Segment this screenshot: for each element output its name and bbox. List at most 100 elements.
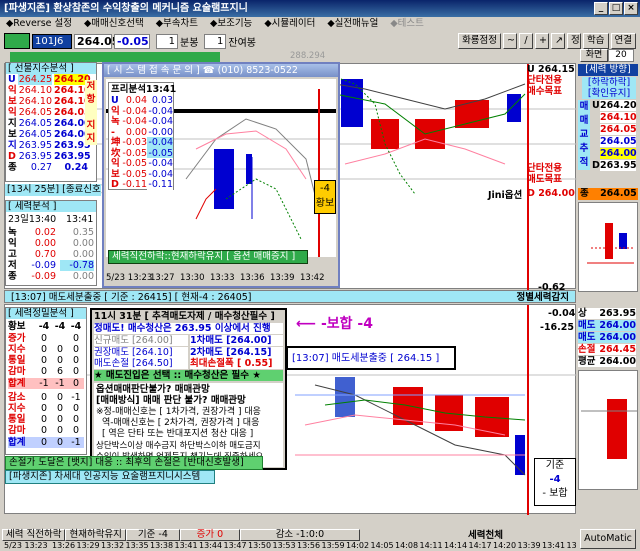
pre-row-v: -0.04 — [122, 105, 147, 117]
lower-x-tick: 13:47 — [223, 541, 247, 550]
arrow-button[interactable]: ↗ — [551, 33, 566, 49]
maximize-button[interactable]: □ — [609, 2, 623, 15]
close-price-row: 종 264.05 — [578, 188, 638, 200]
judge-row-c: -1 — [71, 392, 81, 403]
code-select[interactable]: 101J6 — [32, 33, 72, 49]
count-input[interactable]: 1 — [204, 33, 227, 49]
dialog-x-tick: 13:39 — [270, 273, 295, 283]
menu-simulator[interactable]: ◆시뮬레이터 — [258, 17, 321, 31]
pre-row-label: 익 — [111, 158, 120, 169]
hwangbo-box: -4 황보 — [314, 180, 336, 214]
pre-row-label: D — [111, 179, 119, 190]
lower-x-tick: 13:41 — [174, 541, 198, 550]
vlabel-4: 적 — [579, 157, 589, 168]
study-button[interactable]: 학습 — [583, 33, 609, 49]
force-row-b: 0.00 — [60, 271, 94, 282]
info-q3: ※정-매매신호는 [ 1차가격, 권장가격 ] 대응 — [96, 407, 261, 417]
judge-row-a: 0 — [40, 414, 48, 425]
vlabel-2: 교 — [579, 129, 589, 140]
menu-reverse[interactable]: ◆Reverse 설정 — [0, 17, 78, 31]
side-label-2: 지 — [86, 120, 96, 131]
judge-row-c: 0 — [72, 425, 80, 436]
menu-test[interactable]: ◆테스트 — [384, 17, 430, 31]
info-grid-b: 2차매도 [264.15] — [190, 346, 283, 358]
menu-aux[interactable]: ◆보조기능 — [204, 17, 258, 31]
judge-head: -4 — [54, 321, 66, 332]
pre-row-v: -0.04 — [122, 116, 147, 127]
judge-sum2-value: -1 — [71, 437, 81, 448]
title-bar[interactable]: [파생지존] 환상참존의 수익창출의 메커니즘 요술램프지니 _ □ × — [0, 0, 640, 17]
futures-row-a: 264.25 — [18, 74, 52, 85]
jeong-button[interactable]: 정 — [567, 33, 582, 49]
automatic-button[interactable]: AutoMatic — [580, 529, 636, 549]
force-judge-panel: [ 세력정밀분석 ] 황보 -4 -4 -4 증가 0 0 지수 0 0 0 통일 0 0 0 감마 0 6 0 합계… — [5, 307, 87, 455]
pre-row-v: -0.05 — [122, 147, 147, 159]
judge-row-b: 0 — [52, 425, 68, 436]
hwangbo-label: 황보 — [315, 198, 335, 209]
force-row-b: 0.00 — [60, 249, 94, 260]
d-label1: 단타전용 — [527, 163, 562, 174]
judge-sum1-value: 0 — [72, 378, 80, 389]
futures-row-a: 264.10 — [18, 85, 52, 96]
level-value: 264.00 — [600, 148, 637, 159]
menu-manual[interactable]: ◆실전매뉴얼 — [321, 17, 384, 31]
right-lower-mini-svg — [581, 399, 637, 459]
judge-sum1-value: -1 — [39, 378, 49, 389]
screen-value[interactable]: 20 — [608, 49, 634, 62]
menu-signal[interactable]: ◆매매신호선택 — [78, 17, 150, 31]
judge-row-c: 0 — [72, 414, 80, 425]
level-value: 263.95 — [600, 160, 637, 171]
info-grid-a: 신규매도 [264.00] — [94, 335, 188, 346]
u-label2: 매수목표 — [527, 86, 562, 97]
change-field: -0.05 — [114, 33, 150, 49]
lower-x-tick: 14:11 — [419, 541, 443, 550]
info-qa: 옵션매매판단불가? 매매관망 [매매방식] 매매 판단 불가? 매매관망 ※정-… — [94, 383, 283, 467]
info-header: 11시 31분 [ 추격매도자제 / 매수청산필수 ] — [94, 311, 275, 322]
futures-row-label: 종 — [8, 162, 17, 173]
menu-bar: ◆Reverse 설정 ◆매매신호선택 ◆부속차트 ◆보조기능 ◆시뮬레이터 ◆… — [0, 17, 640, 31]
info-q6: 상단박스이상 매수금지 하단박스이하 매도금지 — [96, 441, 261, 451]
tilde-button[interactable]: ~ — [503, 33, 518, 49]
force-row-a: -0.09 — [31, 271, 56, 282]
force-row-b: 0.35 — [60, 227, 94, 238]
futures-row-label: D — [8, 151, 16, 162]
force-row-b: 0.00 — [60, 238, 94, 249]
sell-signal-box: [13:07] 매도세분출중 [ 264.15 ] — [286, 346, 456, 370]
gijun-value: -4 — [549, 474, 561, 485]
futures-row-a: 264.05 — [18, 118, 52, 129]
connect-button[interactable]: 연결 — [610, 33, 636, 49]
pre-row-w: -0.11 — [147, 179, 173, 190]
futures-panel-title: [ 선물지수분석 ] — [6, 63, 96, 74]
pre-analysis-title: 프리분석13:41 — [111, 84, 177, 95]
mini-chart-svg — [587, 223, 634, 264]
hwaryong-button[interactable]: 화룡점정 — [458, 33, 502, 49]
info-note: ★ 매도진입은 선택 :: 매수청산은 필수 ★ — [94, 370, 283, 381]
futures-row-b: 264.10 — [54, 96, 91, 107]
pre-row-v: -0.05 — [122, 158, 147, 169]
close-button[interactable]: × — [624, 2, 638, 15]
dialog-status: 세력직전하락::현재하락유지 [ 옵션 매매증지 ] — [108, 250, 308, 264]
slash-button[interactable]: / — [519, 33, 534, 49]
system-dialog[interactable]: [ 시 스 템 접 속 문 의 ] ☎ (010) 8523-0522 프리분석… — [102, 62, 340, 288]
futures-row-a: 264.05 — [18, 107, 52, 118]
force-direction-sub2: [확인유지] — [582, 88, 636, 99]
dialog-x-tick: 13:42 — [300, 273, 325, 283]
force-row-label: 녹 — [8, 227, 17, 238]
futures-row-b: 0.24 — [54, 162, 88, 173]
futures-row-b: 264.20 — [54, 74, 91, 85]
rl-top2: -16.25 — [540, 322, 574, 333]
futures-panel: [ 선물지수분석 ] U 264.25 264.20 익 264.10 264.10 보 26… — [5, 62, 97, 182]
level-label: U — [592, 100, 600, 111]
plus-button[interactable]: + — [535, 33, 550, 49]
info-line1: 정매도! 매수청산은 263.95 이상에서 진행 — [94, 323, 283, 334]
dialog-x-axis: 5/23 13:23 13:27 13:30 13:33 13:36 13:39 13:42 — [106, 272, 336, 284]
minimize-button[interactable]: _ — [594, 2, 608, 15]
interval-input[interactable]: 1 — [156, 33, 178, 49]
judge-sum2-value: 0 — [56, 437, 64, 448]
futures-row-label: 지 — [8, 118, 17, 129]
menu-subchart[interactable]: ◆부속차트 — [150, 17, 204, 31]
judge-row-label: 증가 — [8, 333, 26, 344]
dialog-title[interactable]: [ 시 스 템 접 속 문 의 ] ☎ (010) 8523-0522 — [104, 64, 338, 77]
judge-sum1-label: 합계 — [8, 378, 26, 389]
judge-row-a: 0 — [40, 355, 48, 366]
